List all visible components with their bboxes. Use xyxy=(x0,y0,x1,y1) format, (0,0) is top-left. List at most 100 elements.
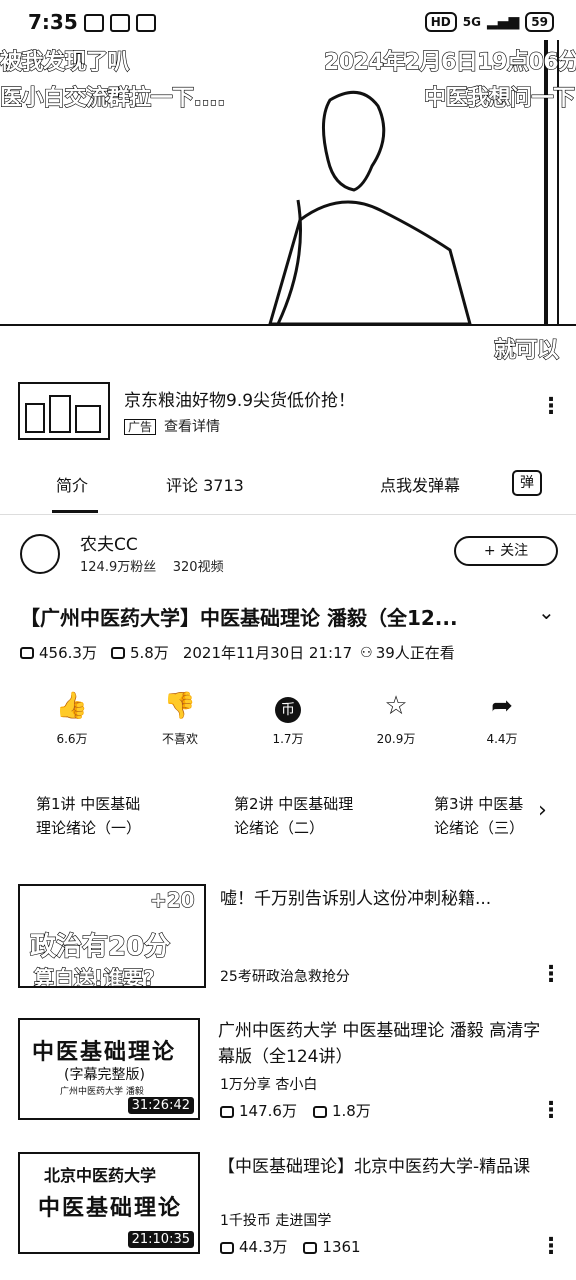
thumbs-up-icon: 👍 xyxy=(55,691,89,721)
danmaku-count-icon xyxy=(303,1241,318,1254)
thumbs-down-icon: 👎 xyxy=(163,691,197,721)
danmaku-count-icon xyxy=(312,1106,327,1118)
channel-name[interactable]: 农夫CC xyxy=(80,530,138,555)
danmaku-count-icon xyxy=(110,646,125,659)
hd-badge: HD xyxy=(424,12,457,32)
tab-comments[interactable]: 评论 3713 xyxy=(166,472,244,496)
danmaku-input[interactable]: 点我发弹幕 xyxy=(380,472,460,496)
rec-danmaku: 1361 xyxy=(322,1237,361,1256)
more-icon[interactable]: ⋮ xyxy=(540,964,562,986)
rec-thumbnail[interactable]: 中医基础理论 (字幕完整版) 广州中医药大学 潘毅 31:26:42 xyxy=(18,1018,200,1120)
status-right: HD 5G ▂▄▆ 59 xyxy=(424,12,554,32)
chevron-down-icon[interactable]: ⌄ xyxy=(538,600,555,624)
rec-title[interactable]: 嘘！千万别告诉别人这份冲刺秘籍... xyxy=(220,886,550,912)
favorite-button[interactable]: ☆ 20.9万 xyxy=(356,690,436,747)
play-count: 456.3万 xyxy=(39,644,97,662)
video-player[interactable]: 被我发现了叭 医小白交流群拉一下.... 2024年2月6日19点06分 中医我… xyxy=(0,40,576,366)
rec-stats: 44.3万 1361 xyxy=(220,1236,361,1257)
rec-plays: 44.3万 xyxy=(239,1238,288,1256)
ad-subline: 广告 查看详情 xyxy=(124,416,220,436)
ad-more-icon[interactable]: ⋮ xyxy=(540,396,562,418)
status-bar: 7:35 HD 5G ▂▄▆ 59 xyxy=(0,0,576,40)
ad-title[interactable]: 京东粮油好物9.9尖货低价抢！ xyxy=(124,386,355,411)
network-badge: 5G xyxy=(462,15,481,29)
notification-icon xyxy=(110,14,130,32)
episode-item[interactable]: 第3讲 中医基 论绪论（三） xyxy=(434,792,534,840)
avatar[interactable] xyxy=(20,534,60,574)
episode-title-line: 论绪论（二） xyxy=(234,819,325,837)
duration-badge: 21:10:35 xyxy=(127,1231,194,1248)
share-button[interactable]: ➦ 4.4万 xyxy=(462,690,542,747)
rec-plays: 147.6万 xyxy=(239,1102,297,1120)
channel-stats: 124.9万粉丝 320视频 xyxy=(80,556,224,575)
video-caption: 2024年2月6日19点06分 xyxy=(323,49,576,75)
coin-icon: 币 xyxy=(248,690,328,723)
video-caption: 被我发现了叭 xyxy=(0,49,130,75)
like-count: 6.6万 xyxy=(56,732,88,746)
status-time: 7:35 xyxy=(28,10,78,34)
rec-thumbnail[interactable]: 北京中医药大学 中医基础理论 21:10:35 xyxy=(18,1152,200,1254)
danmaku-count: 5.8万 xyxy=(129,644,169,662)
notification-icon xyxy=(84,14,104,32)
more-icon[interactable]: ⋮ xyxy=(540,1100,562,1122)
rec-stats: 147.6万 1.8万 xyxy=(220,1100,371,1121)
ad-thumbnail[interactable] xyxy=(18,382,110,440)
thumb-text: 中医基础理论 xyxy=(38,1196,183,1221)
ad-badge: 广告 xyxy=(124,419,157,435)
viewers-icon: ⚇ xyxy=(360,644,373,661)
play-count-icon xyxy=(20,646,34,659)
danmaku-toggle-icon[interactable]: 弹 xyxy=(512,470,542,496)
star-icon: ☆ xyxy=(384,691,408,721)
duration-badge: 31:26:42 xyxy=(127,1097,194,1114)
coin-button[interactable]: 币 1.7万 xyxy=(248,690,328,747)
thumb-text: 北京中医药大学 xyxy=(44,1166,157,1185)
rec-thumbnail[interactable]: +20 政治有20分 算白送!谁要? xyxy=(18,884,206,988)
episode-title-line: 理论绪论（一） xyxy=(36,819,142,837)
battery-icon: 59 xyxy=(525,12,554,32)
video-caption: 中医我想问一下 xyxy=(423,85,575,111)
tab-intro[interactable]: 简介 xyxy=(56,472,88,496)
rec-title[interactable]: 广州中医药大学 中医基础理论 潘毅 高清字幕版（全124讲） xyxy=(218,1018,548,1070)
more-icon[interactable]: ⋮ xyxy=(540,1236,562,1258)
channel-fans: 124.9万粉丝 xyxy=(80,560,157,575)
rec-subtitle: 25考研政治急救抢分 xyxy=(220,969,350,985)
tab-underline xyxy=(52,510,98,513)
play-count-icon xyxy=(220,1242,234,1254)
video-caption: 就可以 xyxy=(493,337,559,363)
episode-item[interactable]: 第2讲 中医基础理 论绪论（二） xyxy=(234,792,414,840)
divider xyxy=(0,514,576,515)
play-count-icon xyxy=(220,1106,234,1118)
thumb-text: +20 xyxy=(149,887,195,912)
notification-icon xyxy=(136,14,156,32)
rec-danmaku: 1.8万 xyxy=(331,1102,371,1120)
episode-title-line: 第3讲 中医基 xyxy=(434,795,524,813)
episode-item[interactable]: 第1讲 中医基础 理论绪论（一） xyxy=(36,792,216,840)
follow-button[interactable]: + 关注 xyxy=(454,536,558,566)
video-meta: 456.3万 5.8万 2021年11月30日 21:17 ⚇ 39人正在看 xyxy=(20,642,455,663)
video-title[interactable]: 【广州中医药大学】中医基础理论 潘毅（全12... xyxy=(20,602,530,631)
share-icon: ➦ xyxy=(491,691,513,721)
chevron-right-icon[interactable]: › xyxy=(538,798,547,823)
dislike-label: 不喜欢 xyxy=(161,732,198,746)
rec-subtitle: 1千投币 走进国学 xyxy=(220,1213,332,1229)
thumb-text: 广州中医药大学 潘毅 xyxy=(60,1087,144,1097)
signal-icon: ▂▄▆ xyxy=(486,14,520,30)
coin-count: 1.7万 xyxy=(272,732,304,746)
coin-glyph: 币 xyxy=(275,697,301,723)
ad-detail-link[interactable]: 查看详情 xyxy=(164,419,220,435)
episode-title-line: 第2讲 中医基础理 xyxy=(234,795,354,813)
share-count: 4.4万 xyxy=(486,732,518,746)
like-button[interactable]: 👍 6.6万 xyxy=(32,690,112,747)
rec-subtitle: 1万分享 杏小白 xyxy=(220,1077,318,1093)
video-subtitle-bar: 就可以 xyxy=(0,324,576,366)
episode-title-line: 第1讲 中医基础 xyxy=(36,795,141,813)
thumb-text: 政治有20分 xyxy=(29,931,171,962)
watching-count: 39人正在看 xyxy=(375,644,455,662)
rec-title[interactable]: 【中医基础理论】北京中医药大学-精品课 xyxy=(218,1154,548,1180)
thumb-text: 算白送!谁要? xyxy=(33,965,155,988)
dislike-button[interactable]: 👎 不喜欢 xyxy=(140,690,220,747)
video-caption: 医小白交流群拉一下.... xyxy=(0,85,226,111)
publish-date: 2021年11月30日 21:17 xyxy=(182,644,353,662)
ad-image xyxy=(25,395,101,433)
episode-title-line: 论绪论（三） xyxy=(434,819,525,837)
